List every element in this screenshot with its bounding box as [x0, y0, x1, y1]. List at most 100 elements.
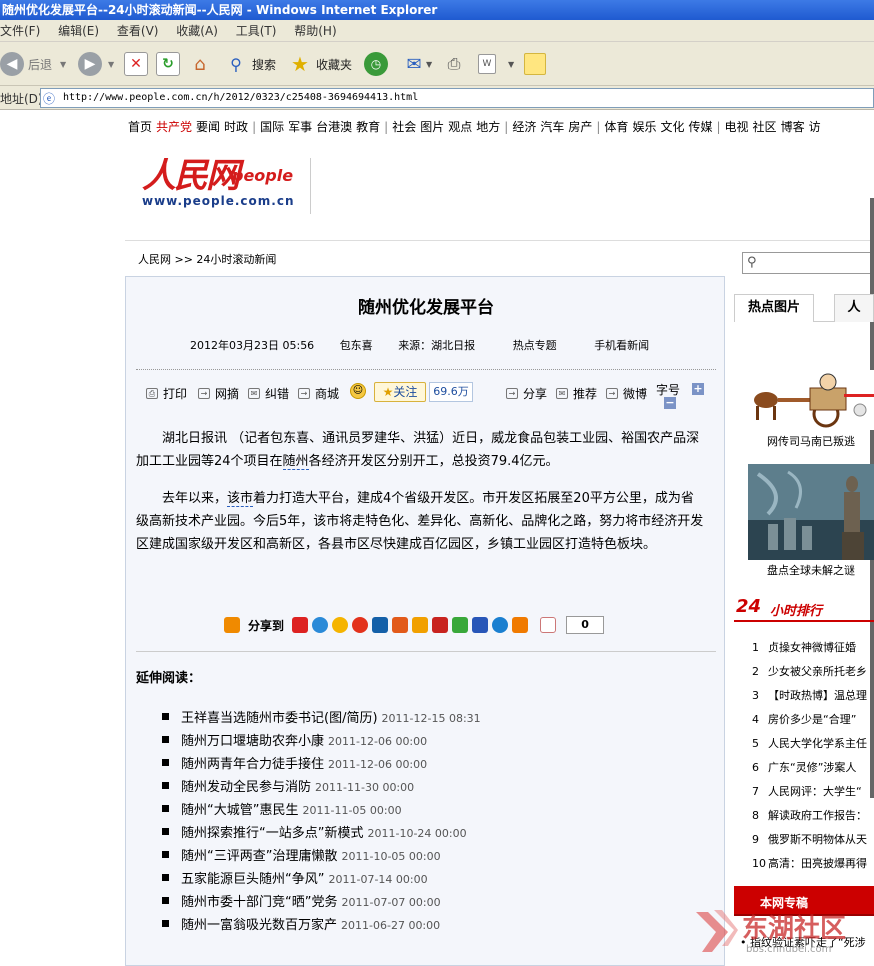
related-link[interactable]: 随州发动全民参与消防 [181, 780, 311, 795]
related-link[interactable]: 随州两青年合力徒手接住 [181, 757, 324, 772]
correct-link[interactable]: ✉ 纠错 [248, 385, 289, 402]
menu-tools[interactable]: 工具(T) [236, 20, 277, 42]
ranking-link[interactable]: 人民网评：大学生“ [768, 785, 862, 798]
note-button[interactable] [524, 50, 546, 78]
chevron-down-icon[interactable]: ▼ [508, 60, 514, 69]
related-link[interactable]: 随州探索推行“一站多点”新模式 [181, 826, 363, 841]
related-item[interactable]: 随州发动全民参与消防 2011-11-30 00:00 [162, 776, 712, 799]
edit-button[interactable]: W ▼ [478, 50, 514, 78]
ranking-link[interactable]: 贞操女神微博征婚 [768, 641, 856, 654]
smile-icon[interactable]: ☺ [350, 383, 366, 399]
nav-link[interactable]: 教育 [356, 118, 380, 135]
kaixin-share-icon[interactable] [392, 617, 409, 633]
related-item[interactable]: 随州万口堰塘助农奔小康 2011-12-06 00:00 [162, 730, 712, 753]
picture-caption-1[interactable]: 网传司马南已叛逃 [748, 433, 874, 449]
print-link[interactable]: ⎙ 打印 [146, 385, 187, 402]
renren-share-icon[interactable] [372, 617, 389, 633]
nav-link[interactable]: 文化 [660, 118, 684, 135]
chevron-down-icon[interactable]: ▼ [108, 60, 114, 69]
hot-topics-link[interactable]: 热点专题 [513, 339, 557, 352]
ranking-link[interactable]: 房价多少是“合理” [768, 713, 856, 726]
ranking-item[interactable]: 6 广东“灵修”涉案人 [752, 756, 874, 780]
mail-button[interactable]: ✉ ▼ [402, 50, 432, 78]
share-link[interactable]: → 分享 [506, 385, 547, 402]
ranking-link[interactable]: 解读政府工作报告： [768, 809, 867, 822]
ranking-item[interactable]: 7 人民网评：大学生“ [752, 780, 874, 804]
refresh-button[interactable]: ↻ [156, 50, 180, 78]
chevron-down-icon[interactable]: ▼ [426, 60, 432, 69]
sina-weibo-share-icon[interactable] [352, 617, 369, 633]
ranking-item[interactable]: 5 人民大学化学系主任 [752, 732, 874, 756]
weibo-link[interactable]: → 微博 [606, 385, 647, 402]
nav-link[interactable]: 访 [809, 118, 821, 135]
recommend-link[interactable]: ✉ 推荐 [556, 385, 597, 402]
related-link[interactable]: 随州“大城管”惠民生 [181, 803, 298, 818]
nav-link[interactable]: 观点 [448, 118, 472, 135]
font-decrease-button[interactable]: − [664, 397, 676, 409]
ranking-item[interactable]: 10 高清：田亮披爆再得 [752, 852, 874, 876]
nav-link[interactable]: 博客 [781, 118, 805, 135]
nav-link[interactable]: 体育 [604, 118, 628, 135]
ranking-item[interactable]: 9 俄罗斯不明物体从天 [752, 828, 874, 852]
ranking-item[interactable]: 1 贞操女神微博征婚 [752, 636, 874, 660]
nav-link[interactable]: 要闻 [196, 118, 220, 135]
tab-hot-pictures[interactable]: 热点图片 [734, 294, 814, 322]
menu-view[interactable]: 查看(V) [117, 20, 159, 42]
search-button[interactable]: ⚲ 搜索 [224, 50, 276, 78]
related-item[interactable]: 随州“大城管”惠民生 2011-11-05 00:00 [162, 799, 712, 822]
nav-link[interactable]: 经济 [512, 118, 536, 135]
related-item[interactable]: 随州探索推行“一站多点”新模式 2011-10-24 00:00 [162, 822, 712, 845]
ranking-link[interactable]: 少女被父亲所托老乡 [768, 665, 867, 678]
ranking-item[interactable]: 2 少女被父亲所托老乡 [752, 660, 874, 684]
baidu-share-icon[interactable] [432, 617, 449, 633]
address-input[interactable]: ⓔ http://www.people.com.cn/h/2012/0323/c… [40, 88, 874, 108]
bookmark-share-icon[interactable] [540, 617, 557, 633]
search-input[interactable]: ⚲ [742, 252, 874, 274]
people-logo[interactable]: 人民网 people www.people.com.cn [138, 148, 312, 218]
nav-link[interactable]: 时政 [224, 118, 248, 135]
related-link[interactable]: 随州一富翁吸光数百万家产 [181, 918, 337, 933]
related-item[interactable]: 王祥喜当选随州市委书记(图/简历) 2011-12-15 08:31 [162, 707, 712, 730]
netease-share-icon[interactable] [412, 617, 429, 633]
keyword-link[interactable]: 随州 [282, 454, 309, 470]
nav-link[interactable]: 房产 [568, 118, 592, 135]
nav-link[interactable]: 图片 [420, 118, 444, 135]
ranking-item[interactable]: 3 【时政热博】温总理 [752, 684, 874, 708]
nav-link[interactable]: 社区 [753, 118, 777, 135]
stop-button[interactable]: ✕ [124, 50, 148, 78]
related-item[interactable]: 五家能源巨头随州“争风” 2011-07-14 00:00 [162, 868, 712, 891]
nav-link[interactable]: 传媒 [688, 118, 712, 135]
forward-button[interactable]: ▶ ▼ [78, 50, 114, 78]
nav-link[interactable]: 社会 [392, 118, 416, 135]
nav-link[interactable]: 地方 [476, 118, 500, 135]
related-item[interactable]: 随州两青年合力徒手接住 2011-12-06 00:00 [162, 753, 712, 776]
ranking-link[interactable]: 广东“灵修”涉案人 [768, 761, 856, 774]
print-button[interactable]: ⎙ [442, 50, 466, 78]
ranking-link[interactable]: 人民大学化学系主任 [768, 737, 867, 750]
nav-link[interactable]: 国际 [260, 118, 284, 135]
favorites-button[interactable]: ★ 收藏夹 [288, 50, 352, 78]
nav-link[interactable]: 台港澳 [316, 118, 352, 135]
history-button[interactable]: ◷ [364, 50, 388, 78]
nav-link[interactable]: 娱乐 [632, 118, 656, 135]
related-link[interactable]: 王祥喜当选随州市委书记(图/简历) [181, 711, 378, 726]
people-share-icon[interactable] [292, 617, 309, 633]
tab-second[interactable]: 人 [834, 294, 874, 322]
ranking-link[interactable]: 高清：田亮披爆再得 [768, 857, 867, 870]
font-increase-button[interactable]: + [692, 383, 704, 395]
related-item[interactable]: 随州市委十部门竞“晒”党务 2011-07-07 00:00 [162, 891, 712, 914]
msn-share-icon[interactable] [492, 617, 509, 633]
collect-link[interactable]: → 网摘 [198, 385, 239, 402]
related-item[interactable]: 随州一富翁吸光数百万家产 2011-06-27 00:00 [162, 914, 712, 937]
keyword-link[interactable]: 该市 [227, 491, 254, 507]
nav-link[interactable]: 汽车 [540, 118, 564, 135]
clover-share-icon[interactable] [452, 617, 469, 633]
nav-link[interactable]: 军事 [288, 118, 312, 135]
nav-link[interactable]: 电视 [725, 118, 749, 135]
breadcrumb[interactable]: 人民网 >> 24小时滚动新闻 [138, 251, 276, 267]
back-button[interactable]: ◀ 后退 ▼ [0, 50, 66, 78]
more-share-icon[interactable] [512, 617, 529, 633]
related-link[interactable]: 随州万口堰塘助农奔小康 [181, 734, 324, 749]
ranking-link[interactable]: 【时政热博】温总理 [768, 689, 867, 702]
qq-weibo-share-icon[interactable] [332, 617, 349, 633]
